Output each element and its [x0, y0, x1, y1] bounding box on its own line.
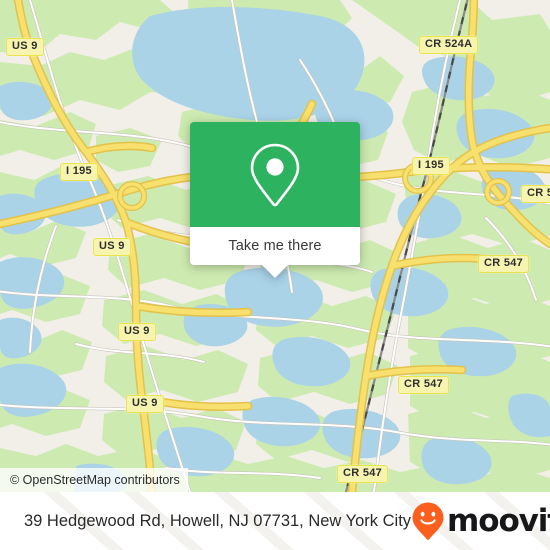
take-me-there-label: Take me there — [228, 238, 322, 254]
moovit-brand[interactable]: moovit — [411, 501, 550, 541]
location-popup-card[interactable]: Take me there — [190, 122, 360, 278]
shield-us-9: US 9 — [93, 238, 131, 256]
shield-i-195: I 195 — [60, 163, 98, 181]
shield-cr-5: CR 5 — [521, 185, 550, 203]
shield-cr-547: CR 547 — [398, 376, 450, 394]
moovit-map-screenshot: US 9 CR 524A I 195 I 195 CR 5 US 9 CR 54… — [0, 0, 550, 550]
footer-bar: 39 Hedgewood Rd, Howell, NJ 07731, New Y… — [0, 492, 550, 550]
address-label: 39 Hedgewood Rd, Howell, NJ 07731, New Y… — [24, 511, 412, 530]
shield-cr-547: CR 547 — [478, 255, 530, 273]
shield-cr-547: CR 547 — [337, 465, 389, 483]
moovit-wordmark: moovit — [447, 502, 550, 539]
popup-icon-panel — [190, 122, 360, 227]
popup-pointer-tail — [262, 265, 288, 278]
shield-us-9: US 9 — [126, 395, 164, 413]
location-pin-icon — [250, 143, 300, 206]
shield-us-9: US 9 — [118, 323, 156, 341]
moovit-smiley-pin-icon — [412, 502, 444, 540]
osm-attribution[interactable]: © OpenStreetMap contributors — [0, 468, 188, 492]
shield-i-195: I 195 — [412, 157, 450, 175]
popup-action-bar[interactable]: Take me there — [190, 227, 360, 265]
shield-cr-524a: CR 524A — [419, 36, 479, 54]
shield-us-9: US 9 — [6, 38, 44, 56]
osm-attribution-text: © OpenStreetMap contributors — [10, 473, 180, 487]
